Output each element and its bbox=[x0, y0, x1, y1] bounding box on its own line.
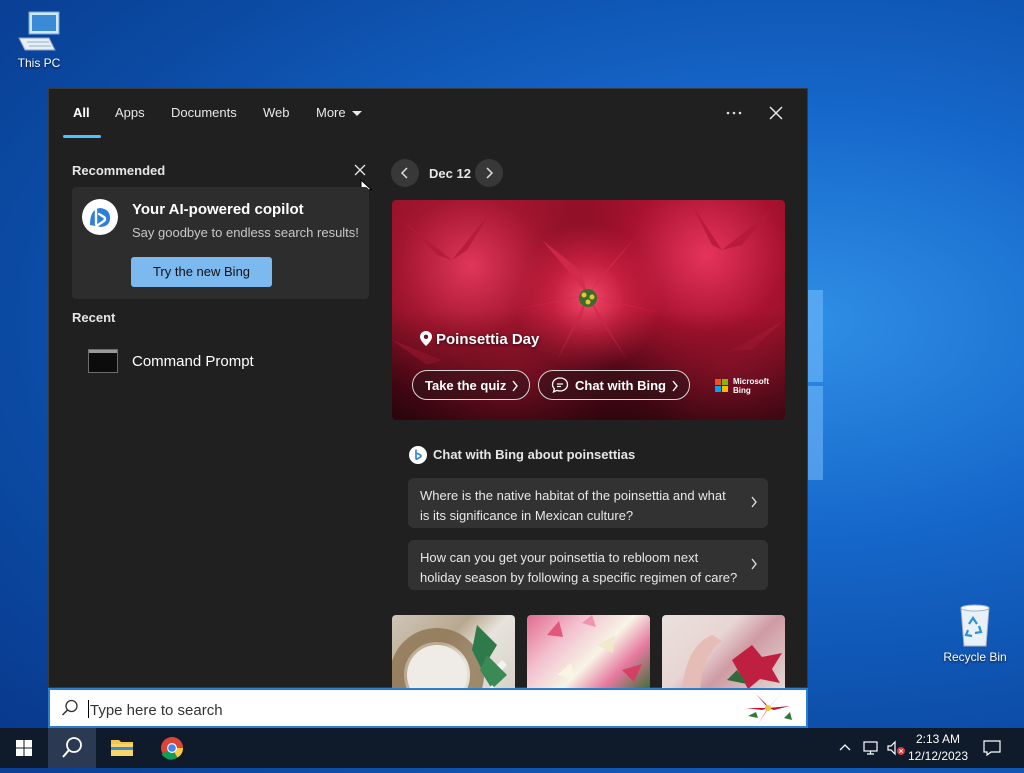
search-taskbar-button[interactable] bbox=[48, 728, 96, 768]
thumbnail-poinsettia-varieties[interactable] bbox=[527, 615, 650, 689]
start-button[interactable] bbox=[0, 728, 48, 768]
chat-suggestion-1[interactable]: Where is the native habitat of the poins… bbox=[408, 478, 768, 528]
bing-chat-icon bbox=[409, 446, 427, 464]
tab-more-label: More bbox=[316, 105, 346, 120]
file-explorer-button[interactable] bbox=[98, 728, 146, 768]
taskbar-clock[interactable]: 2:13 AM 12/12/2023 bbox=[906, 732, 970, 763]
chat-suggestion-text: Where is the native habitat of the poins… bbox=[420, 488, 726, 523]
poinsettia-care-image bbox=[682, 635, 782, 689]
promo-subtitle: Say goodbye to endless search results! bbox=[132, 225, 359, 240]
search-panel: All Apps Documents Web More Recommended bbox=[48, 88, 808, 689]
search-icon bbox=[62, 737, 82, 758]
desktop-icon-recycle-bin[interactable]: Recycle Bin bbox=[939, 602, 1011, 664]
clock-time: 2:13 AM bbox=[915, 732, 961, 746]
microsoft-logo-icon bbox=[715, 379, 729, 393]
chat-suggestion-text: How can you get your poinsettia to reblo… bbox=[420, 550, 738, 585]
text-cursor bbox=[88, 700, 89, 718]
take-the-quiz-label: Take the quiz bbox=[425, 378, 507, 393]
chat-suggestions-heading: Chat with Bing about poinsettias bbox=[433, 447, 636, 462]
windows-logo-icon bbox=[16, 740, 32, 756]
ellipsis-icon bbox=[726, 111, 742, 115]
location-pin-icon bbox=[420, 331, 432, 346]
folder-icon bbox=[111, 740, 133, 756]
chevron-right-icon bbox=[751, 496, 757, 508]
recent-heading: Recent bbox=[72, 310, 116, 325]
search-tabs: All Apps Documents Web More bbox=[49, 89, 807, 139]
tab-apps[interactable]: Apps bbox=[115, 105, 145, 120]
command-prompt-icon bbox=[88, 349, 118, 373]
brand-line-1: Microsoft bbox=[733, 377, 769, 386]
recycle-bin-icon bbox=[953, 602, 997, 648]
poinsettia-search-highlight-icon[interactable] bbox=[742, 690, 794, 726]
show-hidden-icons-button[interactable] bbox=[838, 741, 852, 755]
poinsettia-varieties-image bbox=[547, 615, 642, 682]
try-new-bing-button[interactable]: Try the new Bing bbox=[131, 257, 272, 287]
wreath-image bbox=[392, 625, 507, 689]
tab-all[interactable]: All bbox=[73, 105, 90, 120]
chevron-down-icon bbox=[351, 111, 362, 117]
volume-muted-icon[interactable] bbox=[886, 739, 906, 757]
highlight-date: Dec 12 bbox=[429, 166, 471, 181]
chevron-left-icon bbox=[400, 167, 408, 179]
microsoft-bing-brand: Microsoft Bing bbox=[733, 377, 769, 395]
chat-with-bing-label: Chat with Bing bbox=[575, 378, 666, 393]
active-tab-indicator bbox=[63, 135, 101, 138]
copilot-promo-card: Your AI-powered copilot Say goodbye to e… bbox=[72, 187, 369, 299]
close-panel-button[interactable] bbox=[763, 100, 789, 126]
computer-icon bbox=[17, 10, 61, 54]
chevron-right-icon bbox=[486, 167, 494, 179]
chrome-icon bbox=[161, 737, 183, 760]
chevron-right-icon bbox=[512, 380, 518, 392]
more-options-button[interactable] bbox=[721, 100, 747, 126]
recommended-heading: Recommended bbox=[72, 163, 166, 178]
tab-documents[interactable]: Documents bbox=[171, 105, 237, 120]
highlight-title-label: Poinsettia Day bbox=[436, 331, 540, 348]
previous-day-button[interactable] bbox=[391, 159, 419, 187]
close-icon bbox=[769, 106, 783, 120]
chevron-right-icon bbox=[672, 380, 678, 392]
brand-line-2: Bing bbox=[733, 386, 751, 395]
tab-web[interactable]: Web bbox=[263, 105, 290, 120]
chevron-right-icon bbox=[751, 558, 757, 570]
clock-date: 12/12/2023 bbox=[907, 749, 969, 763]
desktop-wallpaper-logo bbox=[807, 290, 823, 480]
notifications-icon[interactable] bbox=[982, 739, 1002, 757]
desktop-icon-label: Recycle Bin bbox=[943, 650, 1007, 664]
recent-item-command-prompt[interactable]: Command Prompt bbox=[88, 347, 368, 377]
chrome-button[interactable] bbox=[148, 728, 196, 768]
search-icon bbox=[61, 699, 78, 716]
recent-item-label: Command Prompt bbox=[132, 353, 254, 370]
taskbar: 2:13 AM 12/12/2023 bbox=[0, 728, 1024, 768]
thumbnail-wreath[interactable] bbox=[392, 615, 515, 689]
search-box[interactable] bbox=[48, 688, 808, 728]
bing-logo-icon bbox=[82, 199, 118, 235]
network-icon[interactable] bbox=[862, 739, 880, 757]
promo-title: Your AI-powered copilot bbox=[132, 201, 304, 218]
search-input[interactable] bbox=[88, 699, 692, 721]
desktop-icon-this-pc[interactable]: This PC bbox=[3, 10, 75, 70]
take-the-quiz-button[interactable]: Take the quiz bbox=[412, 370, 530, 400]
tab-more[interactable]: More bbox=[316, 105, 362, 120]
poinsettia-hero-image[interactable]: Poinsettia Day Take the quiz Chat with B… bbox=[392, 200, 785, 420]
chat-bubble-icon bbox=[551, 377, 569, 394]
chat-with-bing-button[interactable]: Chat with Bing bbox=[538, 370, 690, 400]
highlight-title[interactable]: Poinsettia Day bbox=[420, 331, 539, 348]
hero-gradient-overlay bbox=[392, 310, 785, 420]
desktop-icon-label: This PC bbox=[17, 56, 61, 70]
next-day-button[interactable] bbox=[475, 159, 503, 187]
thumbnail-poinsettia-care[interactable] bbox=[662, 615, 785, 689]
chat-suggestion-2[interactable]: How can you get your poinsettia to reblo… bbox=[408, 540, 768, 590]
